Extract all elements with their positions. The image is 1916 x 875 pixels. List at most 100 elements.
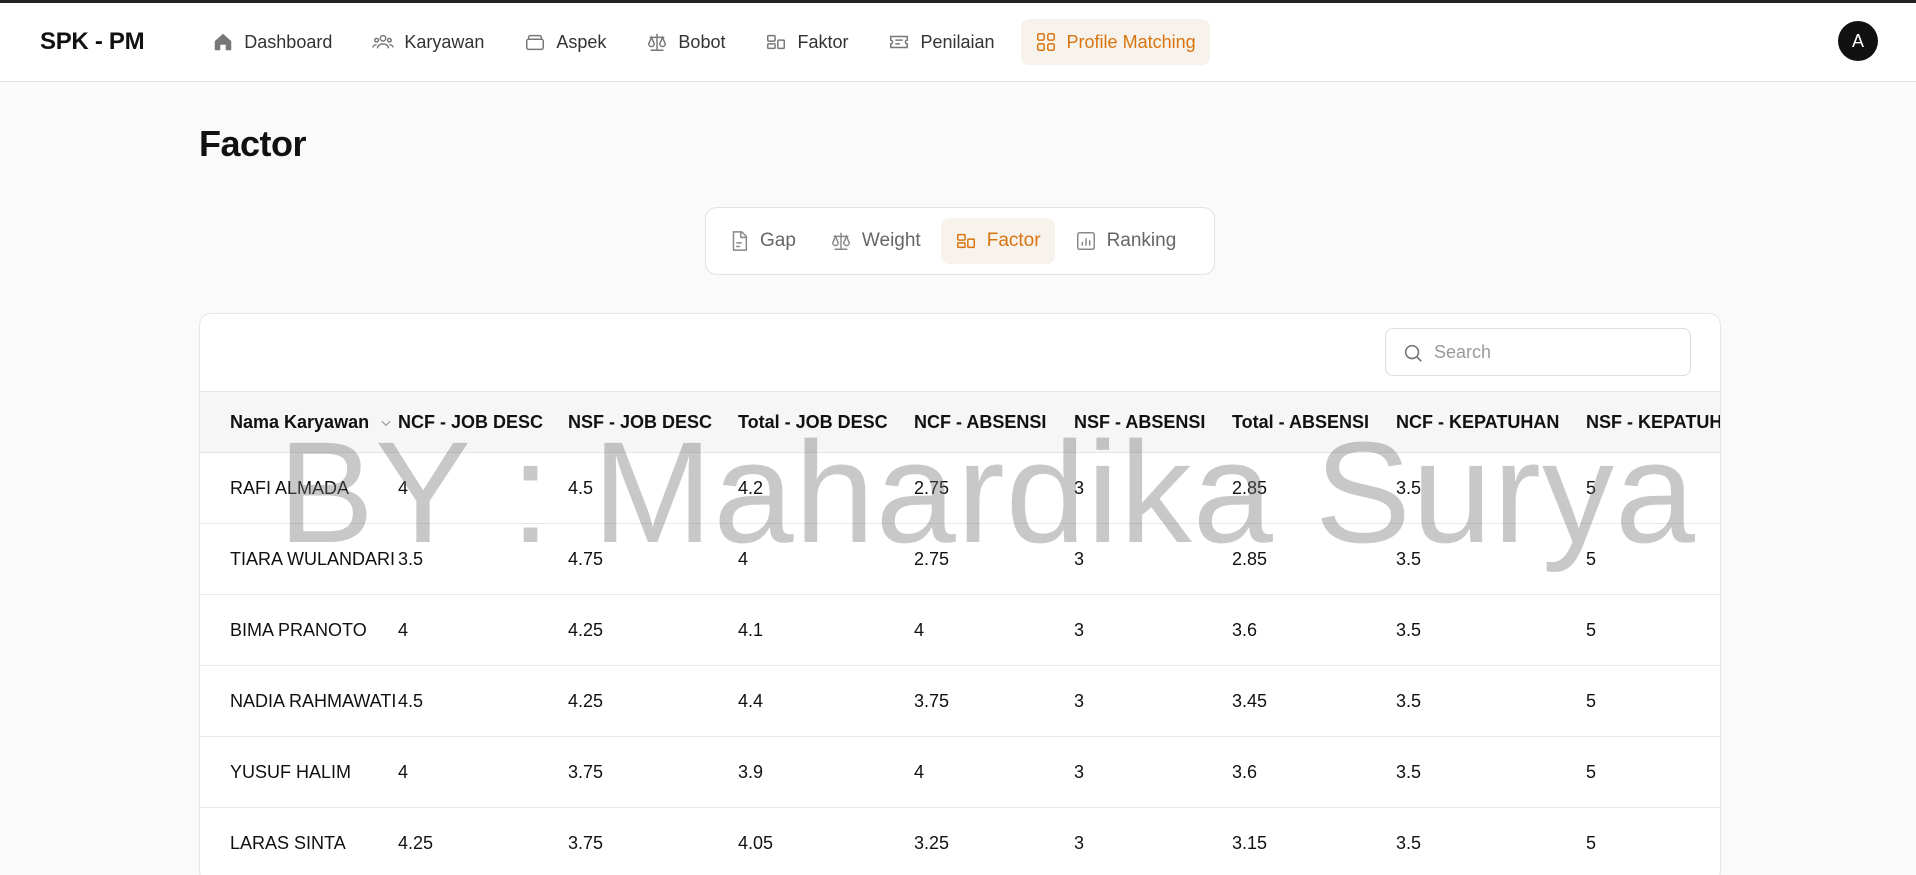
nav-item-label: Karyawan [404, 31, 485, 52]
nav-item-profile-matching[interactable]: Profile Matching [1020, 19, 1210, 65]
nav-item-penilaian[interactable]: Penilaian [874, 19, 1008, 65]
cell-value: 2.85 [1232, 548, 1268, 569]
cell-value: 2.75 [914, 548, 950, 569]
cell-value: 3.5 [1396, 832, 1422, 853]
factor-table-card: Nama Karyawan NCF - JOB DESC NSF - JOB D… [199, 313, 1721, 875]
column-header: NSF - ABSENSI [1074, 411, 1206, 432]
nav-item-label: Penilaian [920, 31, 995, 52]
column-header-nama[interactable]: Nama Karyawan [200, 392, 398, 453]
table-row: LARAS SINTA 4.25 3.75 4.05 3.25 3 3.15 3.5 5 [200, 808, 1720, 875]
column-header: NCF - KEPATUHAN [1396, 411, 1560, 432]
cell-value: 4.1 [738, 619, 764, 640]
table-row: RAFI ALMADA 4 4.5 4.2 2.75 3 2.85 3.5 5 [200, 453, 1720, 524]
tab-factor[interactable]: Factor [940, 218, 1055, 264]
cell-value: 3.75 [568, 832, 604, 853]
cell-employee-name: NADIA RAHMAWATI [230, 690, 397, 711]
cell-value: 5 [1586, 761, 1597, 782]
cell-value: 4.25 [398, 832, 434, 853]
cell-value: 3 [1074, 548, 1085, 569]
users-icon [372, 34, 395, 49]
grid-icon [1036, 33, 1055, 51]
table-row: YUSUF HALIM 4 3.75 3.9 4 3 3.6 3.5 5 [200, 737, 1720, 808]
subtab-bar: Gap Weight Factor Ranking [705, 207, 1215, 275]
factor-icon [956, 233, 975, 249]
tab-weight[interactable]: Weight [816, 218, 935, 264]
tab-label: Weight [861, 230, 921, 251]
nav-item-bobot[interactable]: Bobot [632, 19, 739, 65]
search-input[interactable] [1434, 341, 1674, 363]
cell-value: 4 [398, 761, 409, 782]
cell-value: 4 [914, 761, 925, 782]
cell-value: 3.25 [914, 832, 950, 853]
cell-value: 3.5 [1396, 690, 1422, 711]
cell-value: 5 [1586, 832, 1597, 853]
nav-menu: Dashboard Karyawan Aspek Bobot Faktor Pe… [198, 19, 1210, 65]
cell-employee-name: YUSUF HALIM [230, 761, 352, 782]
cell-value: 3.5 [1396, 548, 1422, 569]
cell-value: 3.9 [738, 761, 764, 782]
bar-chart-icon [1076, 232, 1095, 250]
nav-item-label: Faktor [797, 31, 849, 52]
chevron-down-icon[interactable] [379, 416, 393, 430]
scale-icon [831, 232, 850, 250]
cell-employee-name: LARAS SINTA [230, 832, 346, 853]
ticket-icon [890, 35, 909, 49]
column-header: NCF - ABSENSI [914, 411, 1047, 432]
nav-item-faktor[interactable]: Faktor [751, 19, 862, 65]
cell-value: 4 [914, 619, 925, 640]
tab-label: Gap [760, 230, 796, 251]
layers-icon [526, 34, 545, 51]
nav-item-karyawan[interactable]: Karyawan [358, 19, 498, 65]
factor-table: Nama Karyawan NCF - JOB DESC NSF - JOB D… [200, 391, 1720, 875]
column-header: Total - ABSENSI [1232, 411, 1370, 432]
cell-value: 4.25 [568, 619, 604, 640]
cell-value: 3.75 [914, 690, 950, 711]
cell-value: 3.75 [568, 761, 604, 782]
cell-employee-name: TIARA WULANDARI [230, 548, 396, 569]
nav-item-aspek[interactable]: Aspek [510, 19, 620, 65]
cell-value: 4.25 [568, 690, 604, 711]
table-row: NADIA RAHMAWATI 4.5 4.25 4.4 3.75 3 3.45 3.5 5 [200, 666, 1720, 737]
cell-value: 3 [1074, 477, 1085, 498]
column-header: Total - JOB DESC [738, 411, 888, 432]
cell-value: 5 [1586, 619, 1597, 640]
tab-label: Ranking [1106, 230, 1177, 251]
cell-value: 3 [1074, 761, 1085, 782]
nav-item-label: Dashboard [244, 31, 333, 52]
cell-value: 5 [1586, 690, 1597, 711]
nav-item-label: Bobot [678, 31, 726, 52]
nav-item-label: Profile Matching [1066, 31, 1196, 52]
home-icon [215, 33, 232, 51]
cell-value: 3.5 [1396, 761, 1422, 782]
cell-value: 3 [1074, 690, 1085, 711]
nav-item-dashboard[interactable]: Dashboard [198, 19, 346, 65]
cell-value: 2.75 [914, 477, 950, 498]
cell-value: 3.5 [398, 548, 424, 569]
column-header: NSF - KEPATUHAN [1586, 411, 1720, 432]
cell-value: 4.05 [738, 832, 774, 853]
tab-gap[interactable]: Gap [714, 218, 810, 264]
table-body: RAFI ALMADA 4 4.5 4.2 2.75 3 2.85 3.5 5 TIARA WUL… [200, 453, 1720, 875]
brand-logo[interactable]: SPK - PM [40, 28, 145, 56]
cell-value: 5 [1586, 548, 1597, 569]
table-row: TIARA WULANDARI 3.5 4.75 4 2.75 3 2.85 3.5 5 [200, 524, 1720, 595]
column-header: NSF - JOB DESC [568, 411, 713, 432]
cell-value: 4.5 [398, 690, 424, 711]
file-icon [732, 231, 748, 251]
search-box [1385, 328, 1691, 376]
table-header-row: Nama Karyawan NCF - JOB DESC NSF - JOB D… [200, 391, 1720, 453]
page-title: Factor [199, 123, 307, 164]
cell-employee-name: RAFI ALMADA [230, 477, 350, 498]
cell-value: 4.2 [738, 477, 764, 498]
cell-value: 3.6 [1232, 761, 1258, 782]
cell-value: 3.15 [1232, 832, 1268, 853]
top-navbar: SPK - PM Dashboard Karyawan Aspek Bobot … [0, 3, 1916, 82]
cell-value: 4.4 [738, 690, 764, 711]
cell-value: 4.5 [568, 477, 594, 498]
cell-value: 4.75 [568, 548, 604, 569]
cell-value: 3 [1074, 832, 1085, 853]
tab-ranking[interactable]: Ranking [1061, 218, 1191, 264]
search-icon [1404, 344, 1422, 362]
cell-value: 2.85 [1232, 477, 1268, 498]
avatar[interactable]: A [1838, 21, 1878, 61]
